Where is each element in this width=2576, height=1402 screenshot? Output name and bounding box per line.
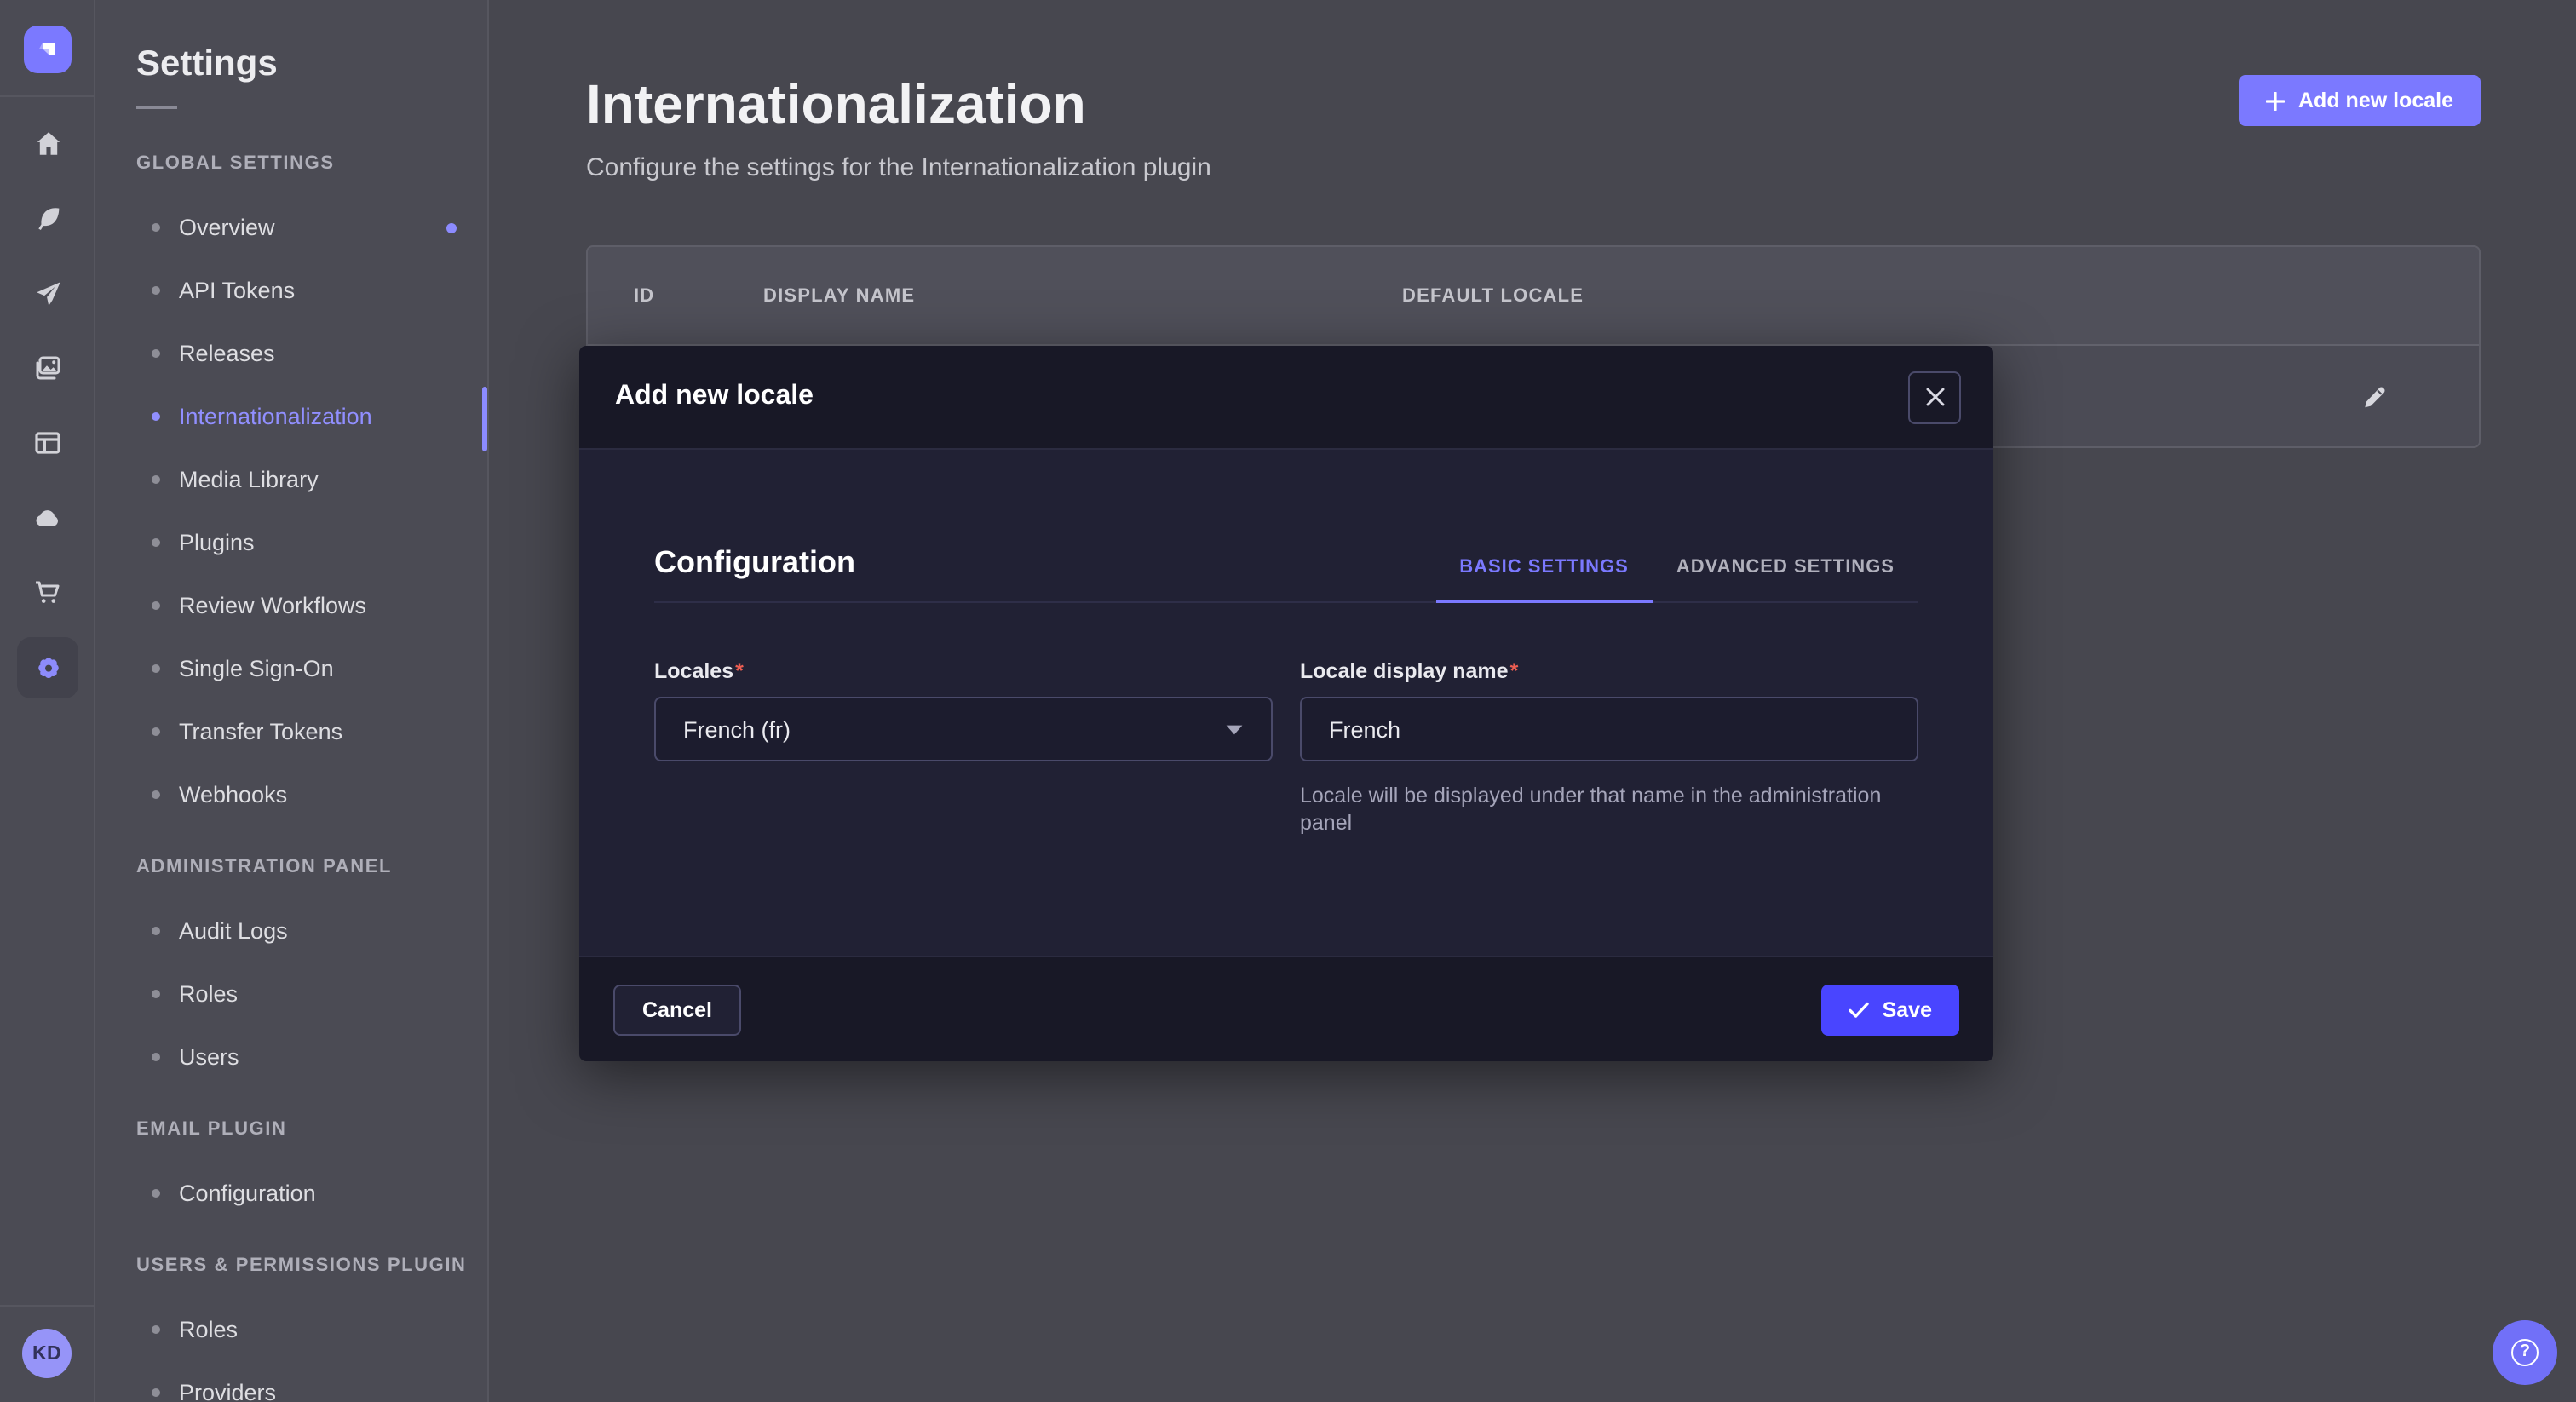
avatar[interactable]: KD — [22, 1329, 72, 1378]
add-locale-modal: Add new locale Configuration BASIC SETTI… — [579, 346, 1993, 1061]
bullet-icon — [152, 990, 160, 998]
bullet-icon — [152, 1189, 160, 1198]
locales-label: Locales* — [654, 659, 1273, 685]
global-settings-nav: Overview API Tokens Releases Internation… — [136, 196, 487, 826]
bullet-icon — [152, 349, 160, 358]
users-permissions-nav: Roles Providers — [136, 1298, 487, 1402]
pencil-icon — [2360, 384, 2386, 410]
settings-tabs: BASIC SETTINGS ADVANCED SETTINGS — [1435, 557, 1918, 601]
bullet-icon — [152, 727, 160, 736]
check-icon — [1849, 1001, 1869, 1018]
rail-divider — [0, 95, 94, 97]
sidebar-item-media-library[interactable]: Media Library — [136, 448, 487, 511]
section-users-permissions-plugin: USERS & PERMISSIONS PLUGIN — [136, 1255, 487, 1276]
email-plugin-nav: Configuration — [136, 1162, 487, 1225]
content-builder-feather-icon[interactable] — [17, 187, 78, 249]
modal-header: Add new locale — [579, 346, 1993, 450]
locale-form-fields: Locales* French (fr) Locale display name… — [654, 659, 1918, 836]
section-administration-panel: ADMINISTRATION PANEL — [136, 857, 487, 877]
paper-plane-icon[interactable] — [17, 262, 78, 324]
close-icon — [1924, 387, 1945, 407]
home-icon[interactable] — [17, 112, 78, 174]
modal-body: Configuration BASIC SETTINGS ADVANCED SE… — [579, 450, 1993, 956]
page-title: Internationalization — [586, 70, 1211, 138]
page-header: Internationalization Configure the setti… — [586, 70, 1211, 186]
bullet-icon — [152, 475, 160, 484]
plus-icon — [2266, 91, 2285, 110]
sidebar-item-audit-logs[interactable]: Audit Logs — [136, 899, 487, 962]
column-header-id: ID — [634, 285, 763, 306]
edit-locale-button[interactable] — [2349, 373, 2397, 421]
tab-basic-settings[interactable]: BASIC SETTINGS — [1435, 557, 1653, 601]
app-window: Internationalization Configure the setti… — [0, 0, 2576, 1402]
column-header-display-name: DISPLAY NAME — [763, 285, 1402, 306]
administration-panel-nav: Audit Logs Roles Users — [136, 899, 487, 1089]
bullet-icon — [152, 1053, 160, 1061]
required-asterisk: * — [1510, 659, 1519, 683]
modal-footer: Cancel Save — [579, 956, 1993, 1061]
sidebar-item-up-roles[interactable]: Roles — [136, 1298, 487, 1361]
bullet-icon — [152, 223, 160, 232]
display-name-input[interactable] — [1300, 697, 1918, 761]
add-new-locale-button[interactable]: Add new locale — [2239, 75, 2481, 126]
sidebar-item-plugins[interactable]: Plugins — [136, 511, 487, 574]
section-global-settings: GLOBAL SETTINGS — [136, 153, 487, 174]
page-subtitle: Configure the settings for the Internati… — [586, 152, 1211, 186]
marketplace-cart-icon[interactable] — [17, 562, 78, 623]
sidebar-item-api-tokens[interactable]: API Tokens — [136, 259, 487, 322]
cloud-icon[interactable] — [17, 487, 78, 549]
sidebar-item-overview[interactable]: Overview — [136, 196, 487, 259]
sidebar-item-admin-users[interactable]: Users — [136, 1026, 487, 1089]
display-name-label: Locale display name* — [1300, 659, 1918, 685]
column-header-default-locale: DEFAULT LOCALE — [1402, 285, 2479, 306]
sidebar-item-internationalization[interactable]: Internationalization — [136, 385, 487, 448]
configuration-section-header: Configuration BASIC SETTINGS ADVANCED SE… — [654, 450, 1918, 603]
sidebar-item-single-sign-on[interactable]: Single Sign-On — [136, 637, 487, 700]
cancel-button[interactable]: Cancel — [613, 984, 741, 1035]
layout-panel-icon[interactable] — [17, 412, 78, 474]
section-email-plugin: EMAIL PLUGIN — [136, 1119, 487, 1140]
sidebar-item-admin-roles[interactable]: Roles — [136, 962, 487, 1026]
configuration-title: Configuration — [654, 543, 855, 581]
sidebar-item-releases[interactable]: Releases — [136, 322, 487, 385]
tab-advanced-settings[interactable]: ADVANCED SETTINGS — [1653, 557, 1918, 601]
sidebar-item-email-configuration[interactable]: Configuration — [136, 1162, 487, 1225]
bullet-icon — [152, 286, 160, 295]
strapi-logo[interactable] — [24, 26, 72, 73]
settings-gear-icon[interactable] — [17, 637, 78, 698]
sidebar-title: Settings — [136, 46, 487, 83]
notification-dot — [446, 222, 457, 233]
locales-field: Locales* French (fr) — [654, 659, 1273, 836]
sidebar-item-webhooks[interactable]: Webhooks — [136, 763, 487, 826]
save-button[interactable]: Save — [1821, 984, 1959, 1035]
bullet-icon — [152, 538, 160, 547]
required-asterisk: * — [735, 659, 744, 683]
settings-sidebar: Settings GLOBAL SETTINGS Overview API To… — [95, 0, 489, 1402]
bullet-icon — [152, 601, 160, 610]
chevron-down-icon — [1225, 723, 1244, 735]
table-header-row: ID DISPLAY NAME DEFAULT LOCALE — [588, 247, 2479, 346]
display-name-field: Locale display name* Locale will be disp… — [1300, 659, 1918, 836]
rail-bottom-divider — [0, 1305, 94, 1307]
bullet-icon — [152, 927, 160, 935]
sidebar-title-divider — [136, 106, 177, 109]
close-button[interactable] — [1908, 371, 1961, 423]
sidebar-item-transfer-tokens[interactable]: Transfer Tokens — [136, 700, 487, 763]
locales-select-value: French (fr) — [683, 716, 791, 742]
display-name-hint: Locale will be displayed under that name… — [1300, 782, 1917, 836]
bullet-icon — [152, 664, 160, 673]
sidebar-item-review-workflows[interactable]: Review Workflows — [136, 574, 487, 637]
locales-select[interactable]: French (fr) — [654, 697, 1273, 761]
modal-title: Add new locale — [615, 382, 814, 412]
icon-rail: KD — [0, 0, 95, 1402]
active-page-indicator — [482, 387, 487, 451]
question-mark-icon: ? — [2511, 1339, 2539, 1366]
help-button[interactable]: ? — [2493, 1320, 2557, 1385]
bullet-icon — [152, 790, 160, 799]
bullet-icon — [152, 1388, 160, 1397]
media-library-icon[interactable] — [17, 337, 78, 399]
sidebar-item-up-providers[interactable]: Providers — [136, 1361, 487, 1402]
bullet-icon — [152, 412, 160, 421]
bullet-icon — [152, 1325, 160, 1334]
